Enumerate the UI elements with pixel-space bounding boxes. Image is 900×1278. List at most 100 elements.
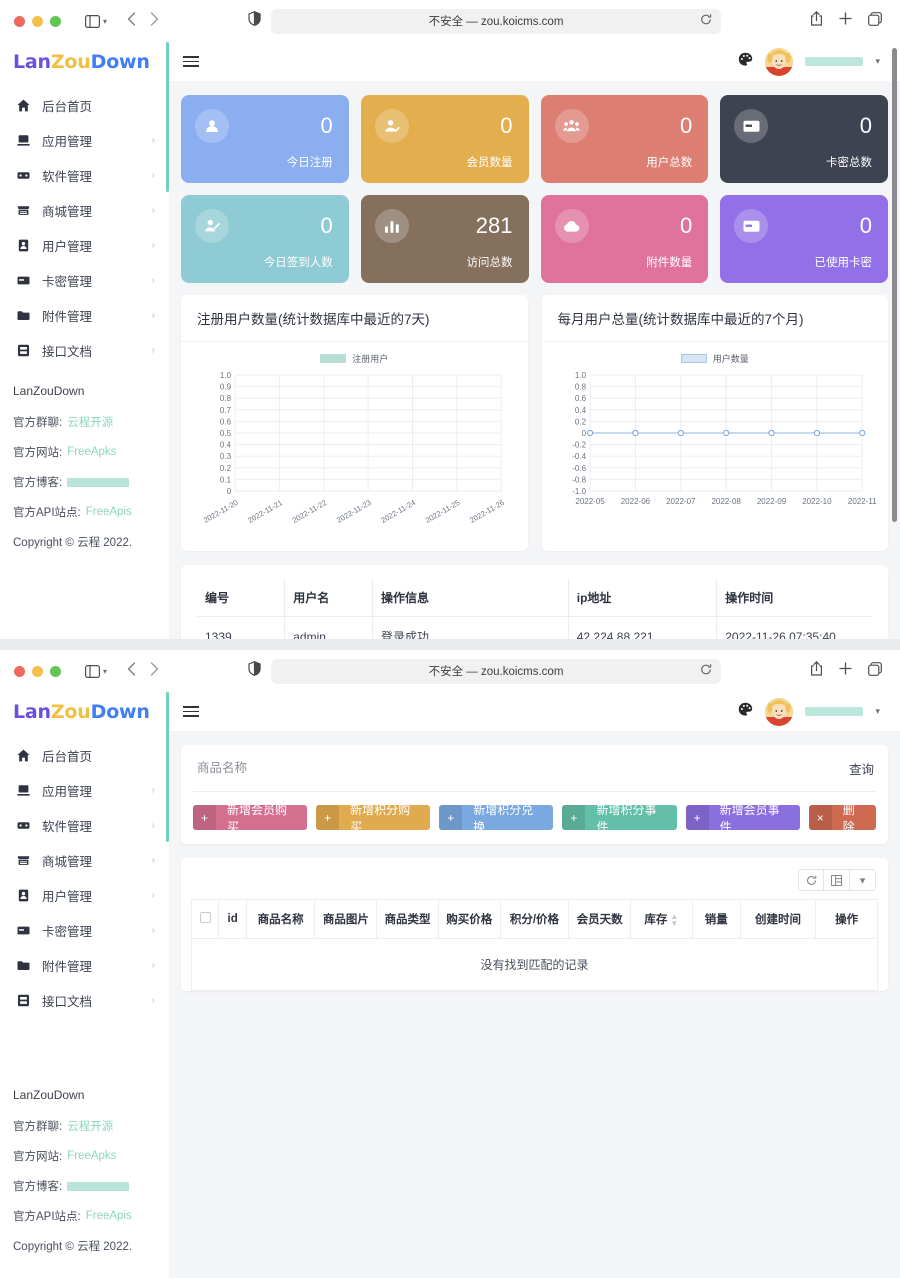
table-row[interactable]: 1339 admin 登录成功 42.224.88.221 2022-11-26… xyxy=(197,617,872,640)
close-icon: × xyxy=(809,805,832,830)
tab-overview-icon[interactable] xyxy=(868,12,882,31)
th-create-time[interactable]: 创建时间 xyxy=(740,900,815,939)
forward-arrow-icon[interactable] xyxy=(150,12,159,31)
sidebar-item-user[interactable]: 用户管理 › xyxy=(0,228,169,263)
th-buy-price[interactable]: 购买价格 xyxy=(438,900,500,939)
new-tab-button[interactable] xyxy=(839,12,852,30)
sidebar-item-shop[interactable]: 商城管理 › xyxy=(0,193,169,228)
sidebar-item-software[interactable]: 软件管理 › xyxy=(0,158,169,193)
stat-card[interactable]: 0 会员数量 xyxy=(361,95,529,183)
th-goods-type[interactable]: 商品类型 xyxy=(377,900,439,939)
delete-button[interactable]: × 删除 xyxy=(809,805,876,830)
palette-icon[interactable] xyxy=(738,702,753,722)
main-scrollbar[interactable] xyxy=(892,48,897,522)
footer-site-link[interactable]: FreeApks xyxy=(67,446,116,458)
sidebar-toggle-button[interactable]: ▾ xyxy=(85,15,107,28)
maximize-window-button[interactable] xyxy=(50,666,61,677)
query-button[interactable]: 查询 xyxy=(839,759,874,778)
add-member-event-button[interactable]: + 新增会员事件 xyxy=(686,805,800,830)
footer-site-link[interactable]: FreeApks xyxy=(67,1150,116,1162)
sidebar-toggle-button[interactable]: ▾ xyxy=(85,665,107,678)
maximize-window-button[interactable] xyxy=(50,16,61,27)
refresh-icon[interactable] xyxy=(798,869,824,891)
share-icon[interactable] xyxy=(810,11,823,31)
sidebar-footer-1: LanZouDown 官方群聊:云程开源 官方网站:FreeApks 官方博客:… xyxy=(0,368,169,564)
th-goods-name[interactable]: 商品名称 xyxy=(246,900,315,939)
hamburger-icon[interactable] xyxy=(183,706,199,717)
stat-card[interactable]: 0 已使用卡密 xyxy=(720,195,888,283)
th-select-all[interactable] xyxy=(192,900,219,939)
sidebar-item-user[interactable]: 用户管理 › xyxy=(0,878,169,913)
stat-card[interactable]: 0 附件数量 xyxy=(541,195,709,283)
th-goods-image[interactable]: 商品图片 xyxy=(315,900,377,939)
chevron-down-icon[interactable]: ▾ xyxy=(875,706,880,717)
new-tab-button[interactable] xyxy=(839,662,852,680)
th-member-days[interactable]: 会员天数 xyxy=(569,900,631,939)
sidebar-item-software[interactable]: 软件管理 › xyxy=(0,808,169,843)
chevron-down-icon[interactable]: ▾ xyxy=(875,56,880,67)
add-points-purchase-button[interactable]: + 新增积分购买 xyxy=(316,805,430,830)
columns-icon[interactable] xyxy=(824,869,850,891)
hamburger-icon[interactable] xyxy=(183,56,199,67)
sidebar-item-card[interactable]: 卡密管理 › xyxy=(0,263,169,298)
sidebar-item-app[interactable]: 应用管理 › xyxy=(0,123,169,158)
shield-icon[interactable] xyxy=(248,661,261,681)
window-traffic-lights[interactable] xyxy=(14,16,61,27)
th-operation[interactable]: 操作 xyxy=(816,900,878,939)
user-avatar[interactable] xyxy=(765,48,793,76)
close-window-button[interactable] xyxy=(14,16,25,27)
stat-card[interactable]: 0 用户总数 xyxy=(541,95,709,183)
footer-api-link[interactable]: FreeApis xyxy=(86,506,132,518)
shield-icon[interactable] xyxy=(248,11,261,31)
username-redacted[interactable] xyxy=(805,707,863,716)
tab-overview-icon[interactable] xyxy=(868,662,882,681)
address-bar[interactable]: 不安全 — zou.koicms.com xyxy=(271,9,721,34)
sidebar-item-app[interactable]: 应用管理 › xyxy=(0,773,169,808)
add-points-exchange-button[interactable]: + 新增积分兑换 xyxy=(439,805,553,830)
footer-group-link[interactable]: 云程开源 xyxy=(67,414,113,430)
search-input[interactable] xyxy=(195,755,839,781)
svg-text:2022-05: 2022-05 xyxy=(575,497,605,506)
sidebar-item-home[interactable]: 后台首页 xyxy=(0,88,169,123)
share-icon[interactable] xyxy=(810,661,823,681)
sidebar-item-doc[interactable]: 接口文档 › xyxy=(0,983,169,1018)
window-traffic-lights-2[interactable] xyxy=(14,666,61,677)
username-redacted[interactable] xyxy=(805,57,863,66)
sidebar-item-attachment[interactable]: 附件管理 › xyxy=(0,948,169,983)
back-arrow-icon[interactable] xyxy=(127,662,136,681)
footer-blog-redacted[interactable] xyxy=(67,478,129,487)
sort-icon[interactable]: ▲▼ xyxy=(670,913,678,927)
stat-card[interactable]: 0 卡密总数 xyxy=(720,95,888,183)
add-points-event-button[interactable]: + 新增积分事件 xyxy=(562,805,676,830)
minimize-window-button[interactable] xyxy=(32,666,43,677)
sidebar-item-shop[interactable]: 商城管理 › xyxy=(0,843,169,878)
reload-icon[interactable] xyxy=(700,664,712,679)
stat-card[interactable]: 0 今日注册 xyxy=(181,95,349,183)
brand-logo[interactable]: LanZouDown xyxy=(0,692,169,731)
add-member-purchase-button[interactable]: + 新增会员购买 xyxy=(193,805,307,830)
th-points-price[interactable]: 积分/价格 xyxy=(500,900,569,939)
reload-icon[interactable] xyxy=(700,14,712,29)
footer-blog-redacted[interactable] xyxy=(67,1182,129,1191)
back-arrow-icon[interactable] xyxy=(127,12,136,31)
th-stock[interactable]: 库存▲▼ xyxy=(631,900,693,939)
minimize-window-button[interactable] xyxy=(32,16,43,27)
address-bar[interactable]: 不安全 — zou.koicms.com xyxy=(271,659,721,684)
select-all-checkbox[interactable] xyxy=(200,912,211,923)
forward-arrow-icon[interactable] xyxy=(150,662,159,681)
footer-api-link[interactable]: FreeApis xyxy=(86,1210,132,1222)
th-sales[interactable]: 销量 xyxy=(692,900,740,939)
sidebar-item-card[interactable]: 卡密管理 › xyxy=(0,913,169,948)
user-avatar[interactable] xyxy=(765,698,793,726)
brand-logo[interactable]: LanZouDown xyxy=(0,42,169,81)
th-id[interactable]: id xyxy=(219,900,246,939)
sidebar-item-doc[interactable]: 接口文档 › xyxy=(0,333,169,368)
sidebar-item-home[interactable]: 后台首页 xyxy=(0,738,169,773)
sidebar-item-attachment[interactable]: 附件管理 › xyxy=(0,298,169,333)
stat-card[interactable]: 0 今日签到人数 xyxy=(181,195,349,283)
stat-card[interactable]: 281 访问总数 xyxy=(361,195,529,283)
footer-group-link[interactable]: 云程开源 xyxy=(67,1118,113,1134)
chevron-down-icon[interactable]: ▾ xyxy=(850,869,876,891)
palette-icon[interactable] xyxy=(738,52,753,72)
close-window-button[interactable] xyxy=(14,666,25,677)
